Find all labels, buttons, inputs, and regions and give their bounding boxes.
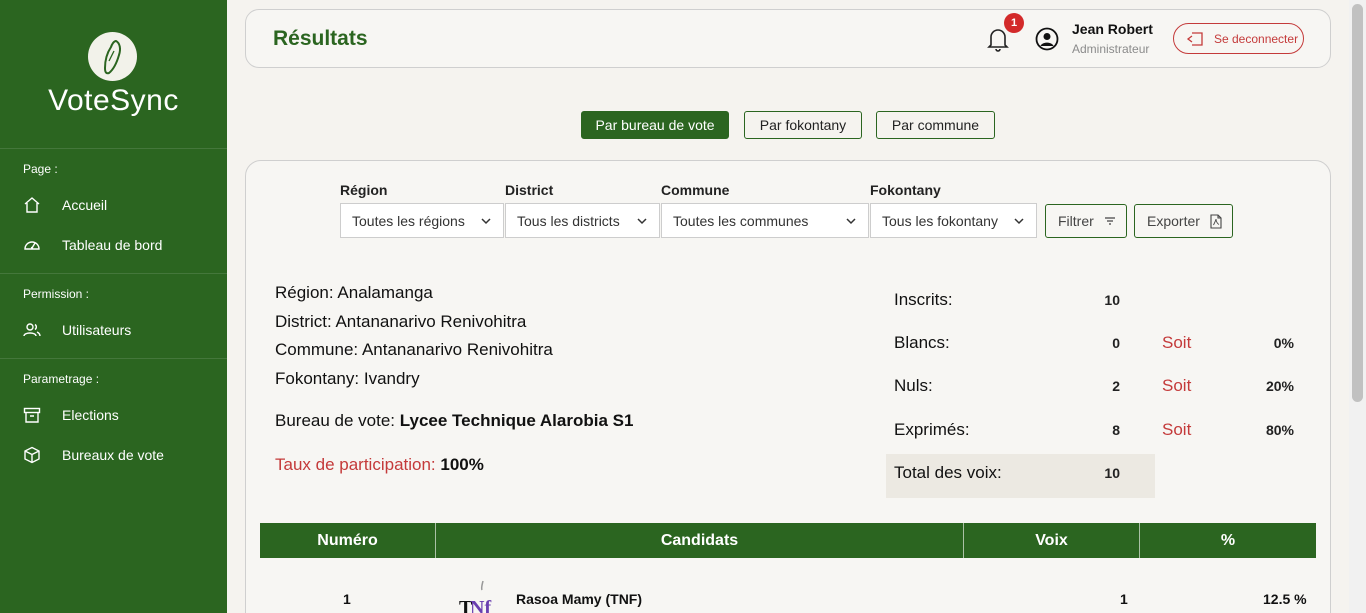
region-filter-label: Région xyxy=(340,182,388,198)
info-fokontany: Fokontany: Ivandry xyxy=(275,369,420,388)
export-button[interactable]: Exporter xyxy=(1134,204,1233,238)
row-numero: 1 xyxy=(343,591,351,607)
row-candidat: Rasoa Mamy (TNF) xyxy=(516,591,643,607)
filter-button[interactable]: Filtrer xyxy=(1045,204,1127,238)
sidebar-item-tableau-de-bord[interactable]: Tableau de bord xyxy=(0,225,227,265)
sidebar-item-bureaux-de-vote[interactable]: Bureaux de vote xyxy=(0,435,227,475)
filter-icon xyxy=(1104,217,1115,225)
logo: VoteSync xyxy=(0,0,227,149)
sidebar-section-page: Page : Accueil Tableau de bord xyxy=(0,149,227,274)
logout-button[interactable]: Se deconnecter xyxy=(1173,23,1304,54)
stat-total-label: Total des voix: xyxy=(894,463,1002,482)
page-title: Résultats xyxy=(273,27,368,50)
district-select[interactable]: Tous les districts xyxy=(505,203,660,238)
chevron-down-icon xyxy=(637,218,647,225)
column-header-numero[interactable]: Numéro xyxy=(260,523,436,558)
sidebar-item-label: Tableau de bord xyxy=(62,237,163,253)
tab-par-fokontany[interactable]: Par fokontany xyxy=(744,111,862,139)
users-icon xyxy=(23,323,41,337)
column-header-pct[interactable]: % xyxy=(1140,523,1316,558)
sidebar-section-title: Permission : xyxy=(23,287,90,301)
sidebar-item-label: Accueil xyxy=(62,197,108,213)
results-card: Région Toutes les régions District Tous … xyxy=(245,160,1331,613)
sidebar-section-parametrage: Parametrage : Elections Bureaux de vote xyxy=(0,359,227,475)
svg-text:Nf: Nf xyxy=(470,597,491,613)
stat-exprimes-label: Exprimés: xyxy=(894,420,970,439)
stat-blancs-pct: 0% xyxy=(1273,335,1294,351)
commune-select-value: Toutes les communes xyxy=(673,212,809,229)
party-logo: T Nf xyxy=(457,579,493,613)
sidebar-item-label: Utilisateurs xyxy=(62,322,132,338)
info-commune: Commune: Antananarivo Renivohitra xyxy=(275,340,553,359)
commune-select[interactable]: Toutes les communes xyxy=(661,203,869,238)
home-icon xyxy=(24,197,40,213)
info-district: District: Antananarivo Renivohitra xyxy=(275,312,527,331)
sidebar-section-title: Parametrage : xyxy=(23,372,100,386)
page-scrollbar-thumb[interactable] xyxy=(1352,4,1363,402)
logout-label: Se deconnecter xyxy=(1214,31,1299,46)
commune-filter-label: Commune xyxy=(661,182,730,198)
table-row[interactable]: 1 T Nf Rasoa Mamy (TNF) 1 12.5 % xyxy=(260,577,1316,613)
stat-inscrits-label: Inscrits: xyxy=(894,290,953,309)
region-select-value: Toutes les régions xyxy=(352,212,465,229)
stat-exprimes-pct: 80% xyxy=(1265,422,1294,438)
logout-icon xyxy=(1186,31,1203,46)
notification-badge: 1 xyxy=(1004,13,1024,33)
fokontany-select-value: Tous les fokontany xyxy=(882,212,998,229)
user-name: Jean Robert xyxy=(1072,21,1153,37)
user-avatar-icon[interactable] xyxy=(1035,27,1059,51)
fokontany-filter-label: Fokontany xyxy=(870,182,941,198)
row-pct: 12.5 % xyxy=(1263,591,1307,607)
pdf-file-icon xyxy=(1210,213,1222,229)
sidebar-section-permission: Permission : Utilisateurs xyxy=(0,274,227,359)
tab-par-bureau-de-vote[interactable]: Par bureau de vote xyxy=(581,111,729,139)
district-filter-label: District xyxy=(505,182,554,198)
stat-nuls-value: 2 xyxy=(1112,378,1120,394)
column-header-candidats[interactable]: Candidats xyxy=(436,523,964,558)
stat-nuls-soit: Soit xyxy=(1162,376,1192,395)
header: Résultats 1 Jean Robert Administrateur S… xyxy=(245,9,1331,68)
archive-icon xyxy=(23,407,41,423)
filter-button-label: Filtrer xyxy=(1058,213,1094,229)
chevron-down-icon xyxy=(1014,218,1024,225)
sidebar-item-accueil[interactable]: Accueil xyxy=(0,185,227,225)
stat-blancs-soit: Soit xyxy=(1162,333,1192,352)
box-icon xyxy=(24,446,40,464)
stat-blancs-value: 0 xyxy=(1112,335,1120,351)
district-select-value: Tous les districts xyxy=(517,212,620,229)
chevron-down-icon xyxy=(846,218,856,225)
chevron-down-icon xyxy=(481,218,491,225)
stat-exprimes-value: 8 xyxy=(1112,422,1120,438)
fokontany-select[interactable]: Tous les fokontany xyxy=(870,203,1037,238)
sidebar-item-utilisateurs[interactable]: Utilisateurs xyxy=(0,310,227,350)
user-role: Administrateur xyxy=(1072,42,1150,56)
stat-exprimes-soit: Soit xyxy=(1162,420,1192,439)
sidebar-item-elections[interactable]: Elections xyxy=(0,395,227,435)
info-region: Région: Analamanga xyxy=(275,283,433,302)
stat-total-value: 10 xyxy=(1104,465,1120,481)
stat-blancs-label: Blancs: xyxy=(894,333,950,352)
stat-nuls-label: Nuls: xyxy=(894,376,933,395)
column-header-voix[interactable]: Voix xyxy=(964,523,1140,558)
madagascar-map-icon xyxy=(88,32,137,81)
stat-nuls-pct: 20% xyxy=(1265,378,1294,394)
info-participation: Taux de participation: 100% xyxy=(275,455,484,474)
export-button-label: Exporter xyxy=(1147,213,1200,229)
region-select[interactable]: Toutes les régions xyxy=(340,203,504,238)
tab-par-commune[interactable]: Par commune xyxy=(876,111,995,139)
gauge-icon xyxy=(24,241,40,250)
row-voix: 1 xyxy=(1120,591,1128,607)
sidebar-item-label: Bureaux de vote xyxy=(62,447,164,463)
stat-inscrits-value: 10 xyxy=(1104,292,1120,308)
app-name: VoteSync xyxy=(48,84,179,117)
sidebar-section-title: Page : xyxy=(23,162,58,176)
sidebar: VoteSync Page : Accueil Tableau de bord … xyxy=(0,0,227,613)
info-bureau: Bureau de vote: Lycee Technique Alarobia… xyxy=(275,411,634,430)
sidebar-item-label: Elections xyxy=(62,407,119,423)
results-table-header: Numéro Candidats Voix % xyxy=(260,523,1316,558)
